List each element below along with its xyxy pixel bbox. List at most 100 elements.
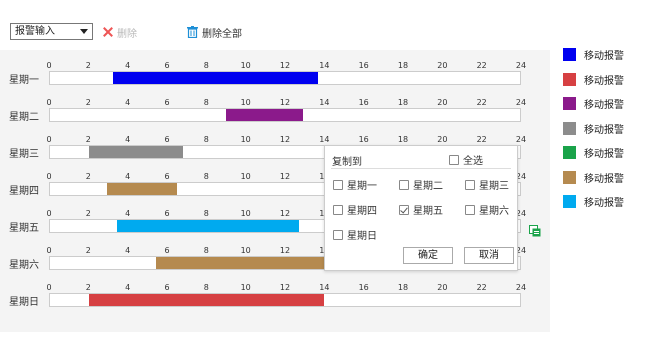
- tick-label: 6: [164, 98, 170, 107]
- tick-label: 6: [164, 209, 170, 218]
- checkbox-box: [449, 154, 459, 165]
- tick-label: 2: [85, 98, 91, 107]
- copy-day-checkbox[interactable]: 星期四: [333, 202, 377, 217]
- tick-label: 10: [240, 283, 251, 292]
- tick-label: 24: [515, 98, 527, 107]
- tick-label: 12: [279, 283, 291, 292]
- checkbox-box: [399, 204, 409, 215]
- tick-label: 6: [164, 283, 170, 292]
- day-label: 星期四: [9, 186, 39, 197]
- time-track[interactable]: [49, 293, 521, 307]
- tick-label: 18: [397, 61, 409, 70]
- tick-label: 12: [279, 98, 291, 107]
- time-segment[interactable]: [112, 72, 319, 84]
- tick-label: 20: [437, 98, 448, 107]
- legend-item[interactable]: 移动报警: [563, 96, 624, 111]
- copy-to-title: 复制到: [332, 157, 362, 168]
- day-label: 星期二: [9, 112, 39, 123]
- time-segment[interactable]: [89, 294, 325, 306]
- legend-swatch: [563, 195, 576, 208]
- tick-label: 22: [476, 283, 487, 292]
- tick-label: 4: [125, 283, 131, 292]
- delete-all-button[interactable]: 删除全部: [187, 24, 242, 40]
- time-segment[interactable]: [226, 109, 303, 121]
- day-label: 星期五: [9, 223, 39, 234]
- tick-label: 8: [203, 209, 209, 218]
- legend-label: 移动报警: [584, 100, 624, 111]
- trash-icon: [187, 26, 198, 38]
- copy-day-checkbox[interactable]: 星期六: [465, 202, 509, 217]
- select-all-label: 全选: [463, 156, 483, 167]
- time-segment[interactable]: [106, 183, 178, 195]
- copy-icon[interactable]: [529, 225, 541, 237]
- alarm-type-select-value: 报警输入: [15, 26, 55, 37]
- day-label: 星期六: [9, 260, 39, 271]
- copy-day-checkbox[interactable]: 星期五: [399, 202, 443, 217]
- tick-label: 16: [358, 283, 369, 292]
- time-segment[interactable]: [89, 146, 184, 158]
- copy-day-label: 星期六: [479, 206, 509, 217]
- alarm-type-select[interactable]: 报警输入: [10, 23, 93, 40]
- tick-label: 8: [203, 172, 209, 181]
- tick-label: 10: [240, 172, 251, 181]
- tick-label: 4: [125, 246, 131, 255]
- select-all-checkbox[interactable]: 全选: [449, 152, 483, 167]
- tick-label: 0: [46, 172, 52, 181]
- tick-label: 0: [46, 283, 52, 292]
- copy-day-checkbox[interactable]: 星期三: [465, 177, 509, 192]
- tick-label: 4: [125, 172, 131, 181]
- tick-label: 10: [240, 135, 251, 144]
- tick-label: 8: [203, 135, 209, 144]
- legend-item[interactable]: 移动报警: [563, 170, 624, 185]
- tick-label: 14: [319, 135, 330, 144]
- time-track[interactable]: [49, 71, 521, 85]
- tick-label: 4: [125, 209, 131, 218]
- legend-label: 移动报警: [584, 149, 624, 160]
- legend-item[interactable]: 移动报警: [563, 72, 624, 87]
- tick-label: 10: [240, 61, 251, 70]
- time-track[interactable]: [49, 108, 521, 122]
- checkbox-box: [465, 179, 475, 190]
- divider: [331, 168, 511, 169]
- tick-label: 2: [85, 135, 91, 144]
- checkbox-box: [333, 204, 343, 215]
- legend-item[interactable]: 移动报警: [563, 145, 624, 160]
- time-segment[interactable]: [116, 220, 299, 232]
- legend-swatch: [563, 72, 576, 86]
- delete-all-button-label: 删除全部: [202, 28, 242, 40]
- cancel-button[interactable]: 取消: [464, 247, 514, 264]
- tick-label: 6: [164, 135, 170, 144]
- copy-to-popup: 复制到 全选 星期一 星期二 星期三星期四 星期五 星期六星期日 确定 取消: [324, 145, 518, 271]
- copy-day-checkbox[interactable]: 星期二: [399, 177, 443, 192]
- delete-button[interactable]: 删除: [103, 24, 137, 40]
- tick-label: 10: [240, 209, 251, 218]
- tick-label: 24: [515, 283, 527, 292]
- tick-label: 24: [515, 61, 527, 70]
- close-icon: [103, 27, 113, 37]
- time-axis: 024681012141618202224: [46, 98, 526, 108]
- tick-label: 8: [203, 61, 209, 70]
- copy-day-label: 星期二: [413, 181, 443, 192]
- legend-label: 移动报警: [584, 124, 624, 136]
- legend-item[interactable]: 移动报警: [563, 194, 624, 209]
- copy-day-checkbox[interactable]: 星期日: [333, 227, 377, 242]
- time-axis: 024681012141618202224: [46, 135, 526, 145]
- tick-label: 0: [46, 209, 52, 218]
- tick-label: 0: [46, 61, 52, 70]
- tick-label: 0: [46, 98, 52, 107]
- tick-label: 18: [397, 135, 409, 144]
- legend-item[interactable]: 移动报警: [563, 47, 624, 62]
- legend-item[interactable]: 移动报警: [563, 121, 624, 136]
- tick-label: 10: [240, 98, 251, 107]
- tick-label: 6: [164, 172, 170, 181]
- tick-label: 20: [437, 135, 448, 144]
- copy-day-checkbox[interactable]: 星期一: [333, 177, 377, 192]
- tick-label: 12: [279, 246, 291, 255]
- tick-label: 2: [85, 61, 91, 70]
- tick-label: 2: [85, 172, 91, 181]
- copy-day-label: 星期三: [479, 181, 509, 192]
- time-axis: 024681012141618202224: [46, 61, 526, 71]
- ok-button[interactable]: 确定: [403, 247, 453, 264]
- copy-day-label: 星期一: [347, 181, 377, 192]
- tick-label: 12: [279, 209, 291, 218]
